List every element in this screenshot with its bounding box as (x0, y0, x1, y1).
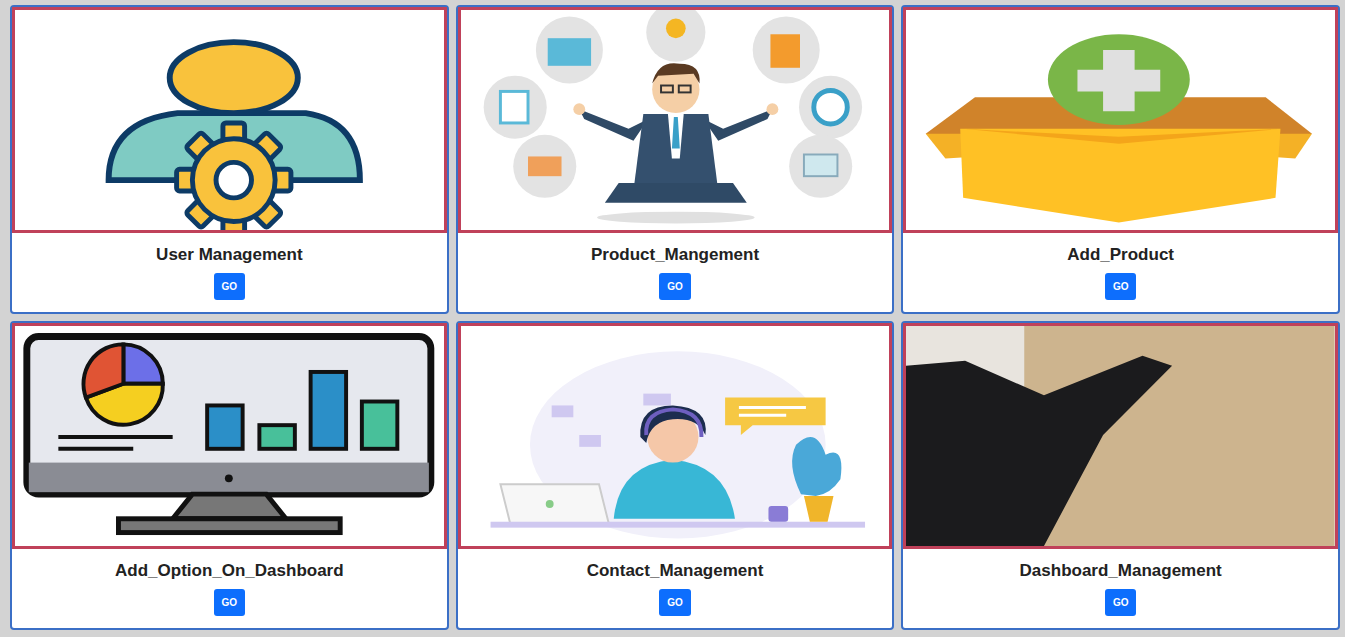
go-button[interactable]: GO (1105, 589, 1137, 616)
dashboard-page: User ManagementGOProduct_MangementGOAdd_… (0, 0, 1345, 637)
card-image (12, 7, 447, 233)
card-image (903, 7, 1338, 233)
card-title: Dashboard_Management (1014, 561, 1228, 581)
card-image (903, 323, 1338, 549)
menu-card: Product_Mangement GO (456, 5, 895, 314)
go-button[interactable]: GO (1105, 273, 1137, 300)
menu-card: Add_Option_On_Dashboard GO (10, 321, 449, 630)
card-title: Add_Product (1061, 245, 1180, 265)
go-button[interactable]: GO (214, 589, 246, 616)
card-image (458, 323, 893, 549)
user-gear-icon (15, 10, 444, 230)
card-title: Product_Mangement (585, 245, 765, 265)
menu-card: Dashboard_Management GO (901, 321, 1340, 630)
go-button[interactable]: GO (214, 273, 246, 300)
card-title: Contact_Management (581, 561, 770, 581)
card-image (458, 7, 893, 233)
menu-card: Add_Product GO (901, 5, 1340, 314)
support-agent-icon (461, 326, 890, 546)
menu-card: Contact_Management GO (456, 321, 895, 630)
card-grid: User ManagementGOProduct_MangementGOAdd_… (0, 0, 1345, 636)
card-title: Add_Option_On_Dashboard (109, 561, 350, 581)
go-button[interactable]: GO (659, 589, 691, 616)
card-image (12, 323, 447, 549)
monitor-chart-icon (15, 326, 444, 546)
businessman-icon (461, 10, 890, 230)
menu-card: User Management GO (10, 5, 449, 314)
go-button[interactable]: GO (659, 273, 691, 300)
add-box-icon (906, 10, 1335, 230)
card-title: User Management (150, 245, 308, 265)
planning-photo (906, 326, 1335, 546)
